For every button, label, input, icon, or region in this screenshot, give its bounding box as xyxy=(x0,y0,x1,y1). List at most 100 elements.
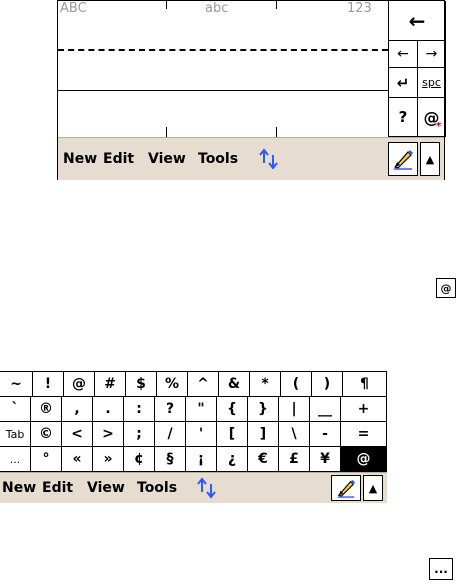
cursor-left-button[interactable]: ← xyxy=(389,41,418,68)
symbols-toggle-button[interactable]: @ * xyxy=(418,98,446,137)
symbol-key[interactable]: + xyxy=(341,397,387,422)
help-label: ? xyxy=(398,108,408,126)
symbol-key[interactable]: & xyxy=(219,372,250,397)
symbol-key[interactable]: @ xyxy=(341,447,387,472)
symbol-key[interactable]: . xyxy=(93,397,124,422)
symbol-key[interactable]: $ xyxy=(126,372,157,397)
symbol-key[interactable]: ® xyxy=(31,397,62,422)
symbol-key[interactable]: " xyxy=(186,397,217,422)
symbol-key[interactable]: ¿ xyxy=(217,447,248,472)
symbols-icon-accent: * xyxy=(436,121,442,130)
help-button[interactable]: ? xyxy=(389,98,418,137)
ellipsis-icon: ... xyxy=(434,562,448,576)
sip-menu-button[interactable]: ▲ xyxy=(420,142,440,176)
symbols-button[interactable]: @ xyxy=(436,278,456,298)
menu-bar: New Edit View Tools ▲ xyxy=(0,472,387,503)
menu-edit[interactable]: Edit xyxy=(42,473,73,503)
symbol-key[interactable]: | xyxy=(279,397,310,422)
symbol-key[interactable]: ^ xyxy=(188,372,219,397)
writing-area[interactable]: ABC abc 123 xyxy=(58,1,388,137)
symbol-key[interactable]: > xyxy=(93,422,124,447)
backspace-button[interactable]: ← xyxy=(389,1,446,41)
symbol-key[interactable]: Tab xyxy=(0,422,31,447)
menu-new[interactable]: New xyxy=(2,473,36,503)
symbol-key[interactable]: » xyxy=(93,447,124,472)
symbols-icon: @ * xyxy=(424,108,442,130)
menu-view[interactable]: View xyxy=(148,138,186,180)
menu-tools[interactable]: Tools xyxy=(198,138,238,180)
symbol-key[interactable]: @ xyxy=(64,372,95,397)
menu-bar: New Edit View Tools ▲ xyxy=(58,137,444,180)
pen-icon xyxy=(393,150,413,170)
symbol-key[interactable]: * xyxy=(250,372,281,397)
symbol-key-grid: ~! @ # $% ^ & *() ¶ ` ®,.:? "{} | __ + Tab © < >; / '[] \ - =.… xyxy=(0,372,387,472)
input-method-button[interactable] xyxy=(331,475,361,501)
symbol-key[interactable]: ) xyxy=(312,372,343,397)
symbol-key[interactable]: ¡ xyxy=(186,447,217,472)
symbol-key[interactable]: __ xyxy=(310,397,341,422)
lower-case-zone-label: abc xyxy=(205,1,229,16)
symbol-key[interactable]: ¢ xyxy=(124,447,155,472)
pen-icon xyxy=(337,479,356,498)
zone-divider-top xyxy=(166,1,167,9)
symbol-key[interactable]: ... xyxy=(0,447,31,472)
symbol-key[interactable]: © xyxy=(31,422,62,447)
enter-icon: ↵ xyxy=(396,73,410,92)
symbol-key[interactable]: [ xyxy=(217,422,248,447)
symbol-key[interactable]: € xyxy=(248,447,279,472)
symbol-key[interactable]: ' xyxy=(186,422,217,447)
upper-case-zone-label: ABC xyxy=(60,1,87,16)
handwriting-keys: ← ← → ↵ spc ? @ * xyxy=(388,1,446,137)
symbol-key[interactable]: ] xyxy=(248,422,279,447)
menu-edit[interactable]: Edit xyxy=(103,138,134,180)
symbol-key[interactable]: ; xyxy=(124,422,155,447)
symbol-key[interactable]: ` xyxy=(0,397,31,422)
symbols-icon: @ xyxy=(440,281,452,295)
symbol-key[interactable]: ~ xyxy=(0,372,33,397)
sip-menu-button[interactable]: ▲ xyxy=(363,475,383,501)
symbol-key[interactable]: < xyxy=(62,422,93,447)
symbol-key[interactable]: « xyxy=(62,447,93,472)
symbol-key[interactable]: £ xyxy=(279,447,310,472)
menu-tools[interactable]: Tools xyxy=(137,473,177,503)
svg-text:*: * xyxy=(436,121,442,130)
symbol-key[interactable]: % xyxy=(157,372,188,397)
chevron-up-icon: ▲ xyxy=(368,481,378,495)
baseline-guide xyxy=(58,90,388,91)
symbol-key[interactable]: ° xyxy=(31,447,62,472)
symbol-key[interactable]: = xyxy=(341,422,387,447)
space-button[interactable]: spc xyxy=(418,68,446,98)
zone-divider-bottom xyxy=(276,127,277,137)
symbol-keyboard: ~! @ # $% ^ & *() ¶ ` ®,.:? "{} | __ + Tab © < >; / '[] \ - =.… xyxy=(0,371,387,503)
backspace-icon: ← xyxy=(408,8,426,33)
symbol-key[interactable]: / xyxy=(155,422,186,447)
enter-button[interactable]: ↵ xyxy=(389,68,418,98)
numeric-zone-label: 123 xyxy=(347,1,372,16)
menu-view[interactable]: View xyxy=(87,473,125,503)
cursor-right-button[interactable]: → xyxy=(418,41,446,68)
menu-new[interactable]: New xyxy=(63,138,97,180)
space-label: spc xyxy=(422,76,441,89)
zone-divider-top xyxy=(276,1,277,9)
symbol-key[interactable]: ¥ xyxy=(310,447,341,472)
symbol-key[interactable]: - xyxy=(310,422,341,447)
symbol-key[interactable]: § xyxy=(155,447,186,472)
handwriting-panel: ABC abc 123 ← ← → ↵ spc ? @ * New Edit V… xyxy=(57,0,446,180)
input-method-button[interactable] xyxy=(388,142,418,176)
symbol-key[interactable]: : xyxy=(124,397,155,422)
symbol-key[interactable]: } xyxy=(248,397,279,422)
symbol-key[interactable]: ¶ xyxy=(343,372,387,397)
symbol-key[interactable]: ? xyxy=(155,397,186,422)
arrow-left-icon: ← xyxy=(397,46,409,62)
symbol-key[interactable]: ( xyxy=(281,372,312,397)
sort-arrows-icon[interactable] xyxy=(196,477,218,499)
symbol-key[interactable]: { xyxy=(217,397,248,422)
more-button[interactable]: ... xyxy=(429,558,453,580)
symbol-key[interactable]: ! xyxy=(33,372,64,397)
arrow-right-icon: → xyxy=(425,46,438,62)
sort-arrows-icon[interactable] xyxy=(258,148,280,170)
symbol-key[interactable]: , xyxy=(62,397,93,422)
symbol-key[interactable]: \ xyxy=(279,422,310,447)
symbol-key[interactable]: # xyxy=(95,372,126,397)
chevron-up-icon: ▲ xyxy=(425,152,435,166)
